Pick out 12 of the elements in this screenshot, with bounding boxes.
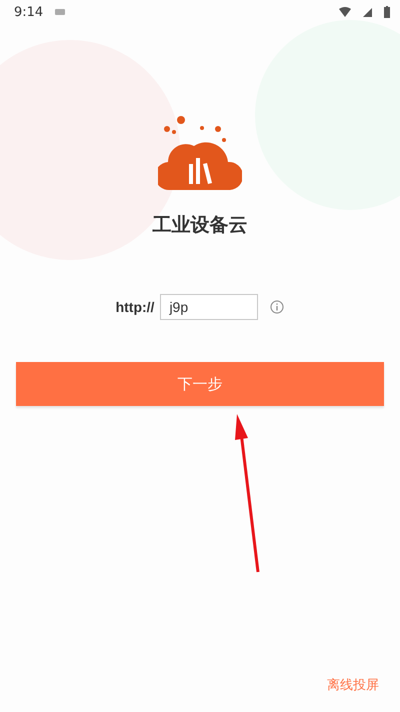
- cloud-logo-icon: [158, 116, 242, 192]
- wifi-icon: [339, 7, 351, 17]
- app-title: 工业设备云: [152, 213, 248, 238]
- protocol-label: http://: [116, 299, 154, 315]
- keyboard-icon: [55, 9, 66, 15]
- info-icon[interactable]: [270, 300, 284, 314]
- next-button[interactable]: 下一步: [16, 362, 384, 406]
- server-input[interactable]: j9p: [160, 294, 258, 320]
- status-time: 9:14: [14, 4, 44, 20]
- offline-cast-link[interactable]: 离线投屏: [327, 676, 379, 694]
- signal-icon: [363, 8, 372, 16]
- battery-icon: [384, 6, 390, 18]
